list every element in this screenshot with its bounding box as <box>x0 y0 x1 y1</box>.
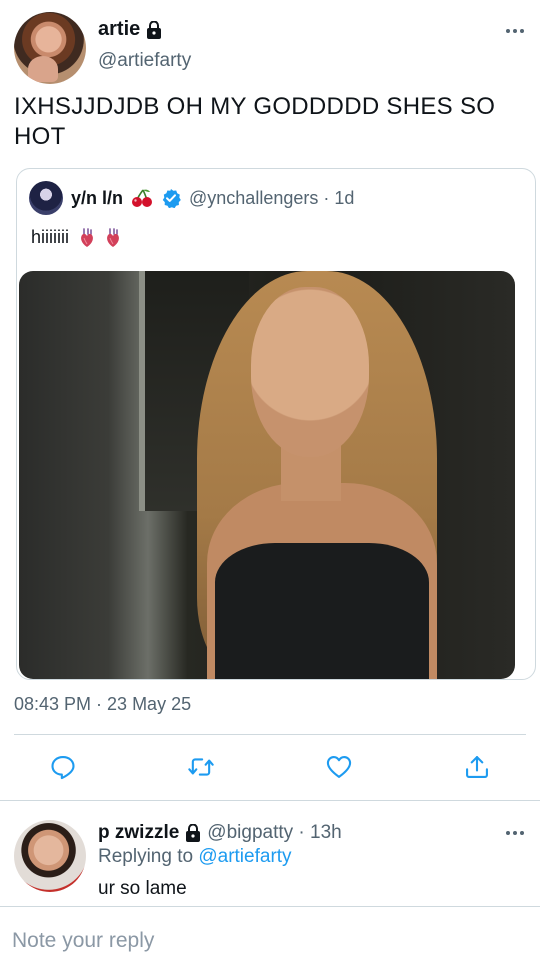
anatomical-heart-emoji-icon <box>81 227 93 247</box>
quoted-tweet-text: hiiiiiii <box>31 227 70 247</box>
quoted-tweet-text-row: hiiiiiii <box>31 227 121 248</box>
photo-subject-top <box>215 543 429 679</box>
quoted-author-handle: @ynchallengers · 1d <box>189 187 355 208</box>
tweet-text: IXHSJJDJDB OH MY GODDDDD SHES SO HOT <box>14 93 496 150</box>
verified-badge-icon <box>162 189 181 208</box>
quoted-author-avatar <box>29 181 63 215</box>
divider <box>0 800 540 801</box>
photo-subject-face <box>251 287 369 457</box>
reply-name-row: p zwizzle @bigpatty · 13h <box>98 822 342 844</box>
tweet-action-bar <box>0 748 540 788</box>
author-handle[interactable]: @artiefarty <box>98 50 191 72</box>
share-icon <box>466 756 488 778</box>
tweet-timestamp[interactable]: 08:43 PM · 23 May 25 <box>14 694 191 715</box>
quoted-author-name: y/n l/n <box>71 187 124 208</box>
reply-tweet[interactable]: p zwizzle @bigpatty · 13h Replying to @a… <box>0 806 540 906</box>
retweet-icon <box>188 758 214 776</box>
lock-icon <box>186 824 201 842</box>
quoted-tweet-card[interactable]: y/n l/n @ynchallengers · 1d hiiiiiii <box>16 168 536 680</box>
divider <box>0 906 540 907</box>
anatomical-heart-emoji-icon <box>107 227 119 247</box>
replying-to-line: Replying to @artiefarty <box>98 846 292 868</box>
author-name-row: artie <box>98 18 162 41</box>
replying-to-label: Replying to <box>98 846 199 867</box>
heart-icon <box>326 756 352 778</box>
author-display-name[interactable]: artie <box>98 18 140 41</box>
divider <box>14 734 526 735</box>
author-avatar[interactable] <box>14 12 86 84</box>
like-button[interactable] <box>324 752 354 782</box>
reply-compose-input[interactable] <box>12 926 522 956</box>
cherry-emoji-icon <box>132 189 153 207</box>
tweet-header: artie @artiefarty <box>14 10 526 84</box>
replying-to-mention[interactable]: @artiefarty <box>198 846 291 867</box>
more-options-icon[interactable] <box>504 24 526 38</box>
reply-author-name[interactable]: p zwizzle <box>98 822 179 844</box>
reply-icon <box>51 756 75 780</box>
share-button[interactable] <box>462 752 492 782</box>
quoted-tweet-photo[interactable] <box>19 271 515 679</box>
more-options-icon[interactable] <box>504 826 526 840</box>
reply-text: ur so lame <box>98 878 187 899</box>
reply-author-avatar[interactable] <box>14 820 86 892</box>
retweet-button[interactable] <box>186 752 216 782</box>
quoted-tweet-header: y/n l/n @ynchallengers · 1d <box>29 181 354 215</box>
reply-author-handle[interactable]: @bigpatty · 13h <box>207 822 341 844</box>
reply-button[interactable] <box>48 752 78 782</box>
lock-icon <box>147 20 162 39</box>
